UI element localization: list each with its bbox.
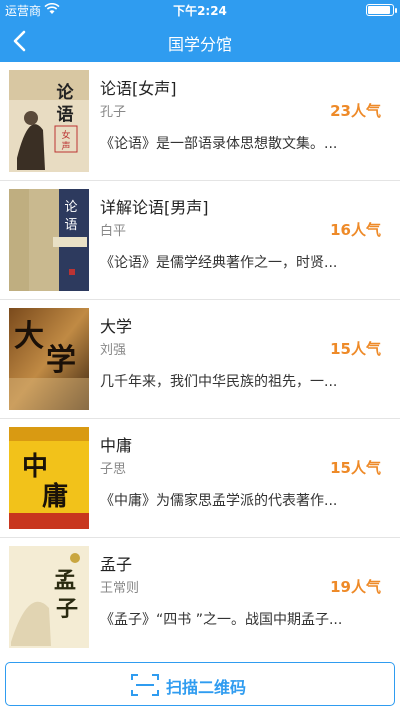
page-title: 国学分馆 <box>167 35 232 54</box>
book-cover-image: 孟 子 <box>9 546 89 648</box>
book-author: 王常则 <box>100 581 140 596</box>
book-description: 《论语》是一部语录体思想散文集。... <box>100 136 338 152</box>
book-cover-image: 大 学 <box>9 308 89 410</box>
popularity-count: 15人气 <box>330 340 381 358</box>
svg-text:论: 论 <box>64 200 77 215</box>
book-author: 孔子 <box>100 105 127 120</box>
book-item-mengzi[interactable]: 孟 子 孟子 王常则 19人气 《孟子》“四书 ”之一。战国中期孟子... <box>0 538 400 652</box>
book-cover-image: 中 庸 <box>9 427 89 529</box>
popularity-count: 23人气 <box>330 102 381 120</box>
book-author: 刘强 <box>100 343 127 358</box>
book-item-lunyu-female[interactable]: 论 语 女 声 论语[女声] 孔子 23人气 《论语》是一部语录体思想散文集。.… <box>0 62 400 181</box>
book-cover-image: 论 语 <box>9 189 89 291</box>
popularity-count: 16人气 <box>330 221 381 239</box>
scan-qr-button[interactable]: 扫描二维码 <box>5 662 395 706</box>
svg-text:女: 女 <box>61 129 70 141</box>
svg-text:大: 大 <box>14 319 44 354</box>
book-title: 大学 <box>100 317 133 336</box>
book-author: 白平 <box>100 224 127 239</box>
nav-bar: 国学分馆 <box>0 20 400 62</box>
svg-text:中: 中 <box>22 452 48 482</box>
clock: 下午2:24 <box>173 4 227 18</box>
popularity-count: 15人气 <box>330 459 381 477</box>
scan-qr-label: 扫描二维码 <box>166 678 247 697</box>
book-title: 详解论语[男声] <box>100 198 209 217</box>
book-item-daxue[interactable]: 大 学 大学 刘强 15人气 几千年来，我们中华民族的祖先，一... <box>0 300 400 419</box>
svg-text:论: 论 <box>57 82 75 103</box>
book-title: 孟子 <box>100 555 133 574</box>
svg-text:语: 语 <box>57 105 74 125</box>
book-author: 子思 <box>100 462 127 477</box>
book-item-zhongyong[interactable]: 中 庸 中庸 子思 15人气 《中庸》为儒家思孟学派的代表著作... <box>0 419 400 538</box>
book-description: 《孟子》“四书 ”之一。战国中期孟子... <box>100 612 343 628</box>
book-title: 论语[女声] <box>100 79 177 98</box>
svg-text:庸: 庸 <box>42 481 68 512</box>
book-description: 几千年来，我们中华民族的祖先，一... <box>100 374 338 390</box>
book-title: 中庸 <box>100 436 133 455</box>
book-item-lunyu-male[interactable]: 论 语 详解论语[男声] 白平 16人气 《论语》是儒学经典著作之一，时贤... <box>0 181 400 300</box>
battery-icon <box>366 4 397 16</box>
svg-text:声: 声 <box>61 140 70 152</box>
book-list: 论 语 女 声 论语[女声] 孔子 23人气 《论语》是一部语录体思想散文集。.… <box>0 62 400 652</box>
svg-text:子: 子 <box>56 596 78 622</box>
svg-text:语: 语 <box>64 218 77 233</box>
popularity-count: 19人气 <box>330 578 381 596</box>
book-description: 《论语》是儒学经典著作之一，时贤... <box>100 255 338 271</box>
book-cover-image: 论 语 女 声 <box>9 70 89 172</box>
svg-text:孟: 孟 <box>54 568 76 594</box>
svg-text:学: 学 <box>46 343 76 378</box>
status-bar: 运营商 下午2:24 <box>0 0 400 20</box>
book-description: 《中庸》为儒家思孟学派的代表著作... <box>100 493 338 509</box>
qr-scan-icon <box>131 674 159 696</box>
